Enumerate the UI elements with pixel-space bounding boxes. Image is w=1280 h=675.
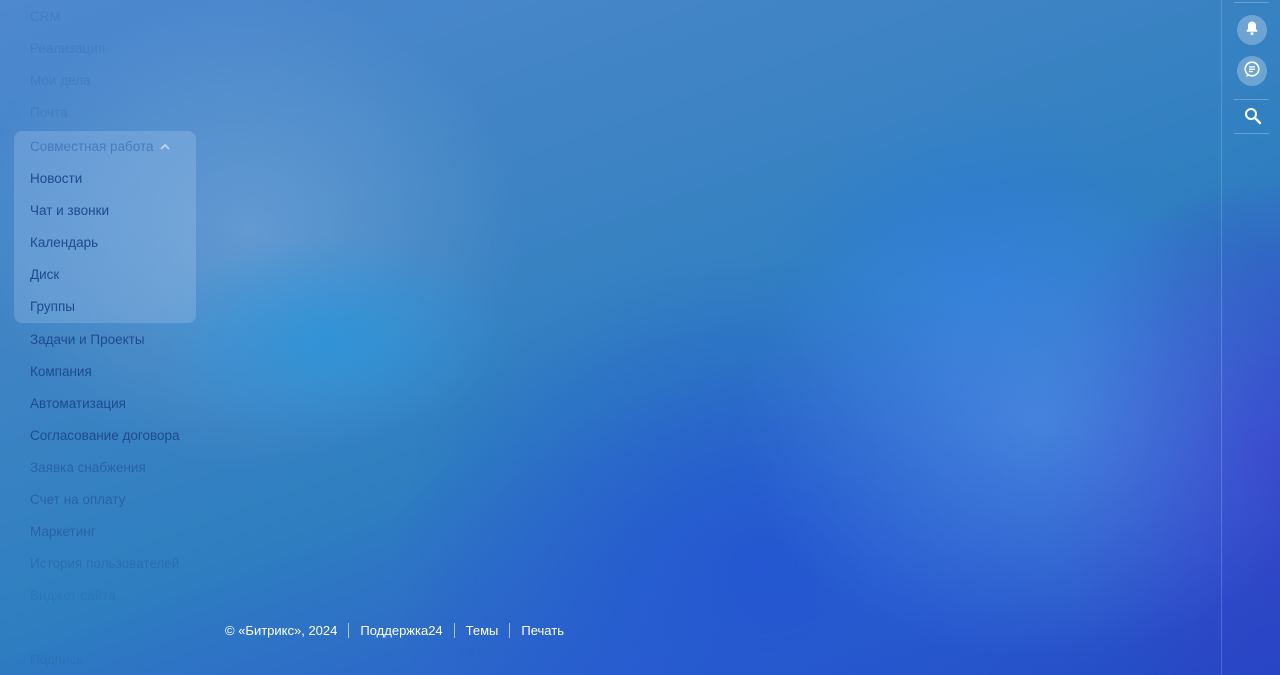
menu-item-news[interactable]: Новости: [30, 168, 82, 190]
chat-icon: [1243, 60, 1261, 83]
footer-divider: [509, 622, 511, 638]
menu-item-marketing[interactable]: Маркетинг: [30, 521, 96, 543]
notifications-button[interactable]: [1237, 15, 1267, 45]
copyright: © «Битрикс», 2024: [225, 622, 338, 638]
menu-item-site-widget[interactable]: Виджет сайта: [30, 585, 116, 607]
menu-item-user-history[interactable]: История пользователей: [30, 553, 179, 575]
divider: [1234, 2, 1269, 3]
collaboration-group: [14, 131, 196, 323]
menu-item-my-tasks[interactable]: Мои дела: [30, 70, 91, 92]
collaboration-group-header[interactable]: Совместная работа: [30, 136, 170, 158]
menu-item-company[interactable]: Компания: [30, 361, 92, 383]
menu-item-automation[interactable]: Автоматизация: [30, 393, 126, 415]
divider: [1234, 133, 1269, 134]
left-menu: CRM Реализация Мои дела Почта Совместная…: [0, 0, 210, 675]
menu-item-sales[interactable]: Реализация: [30, 38, 105, 60]
footer-divider: [348, 622, 350, 638]
chat-button[interactable]: [1237, 56, 1267, 86]
menu-item-crm[interactable]: CRM: [30, 6, 61, 28]
chevron-up-icon: [159, 136, 170, 158]
right-panel: [1221, 0, 1280, 675]
bell-icon: [1244, 20, 1260, 41]
search-icon: [1244, 107, 1262, 130]
themes-link[interactable]: Темы: [466, 623, 499, 638]
menu-item-supply-request[interactable]: Заявка снабжения: [30, 457, 146, 479]
support-link[interactable]: Поддержка24: [360, 623, 442, 638]
footer-divider: [453, 622, 455, 638]
divider: [1234, 99, 1269, 100]
menu-item-tasks[interactable]: Задачи и Проекты: [30, 329, 145, 351]
menu-item-disk[interactable]: Диск: [30, 264, 59, 286]
menu-item-calendar[interactable]: Календарь: [30, 232, 98, 254]
print-link[interactable]: Печать: [521, 623, 564, 638]
search-button[interactable]: [1242, 107, 1264, 129]
menu-item-invoice[interactable]: Счет на оплату: [30, 489, 125, 511]
menu-item-signature[interactable]: Подпись: [30, 649, 83, 671]
menu-item-mail[interactable]: Почта: [30, 102, 68, 124]
footer: © «Битрикс», 2024 Поддержка24 Темы Печат…: [225, 619, 564, 641]
collaboration-group-label: Совместная работа: [30, 139, 154, 154]
menu-item-contract-approval[interactable]: Согласование договора: [30, 425, 180, 447]
menu-item-groups[interactable]: Группы: [30, 296, 75, 318]
menu-item-chat[interactable]: Чат и звонки: [30, 200, 109, 222]
